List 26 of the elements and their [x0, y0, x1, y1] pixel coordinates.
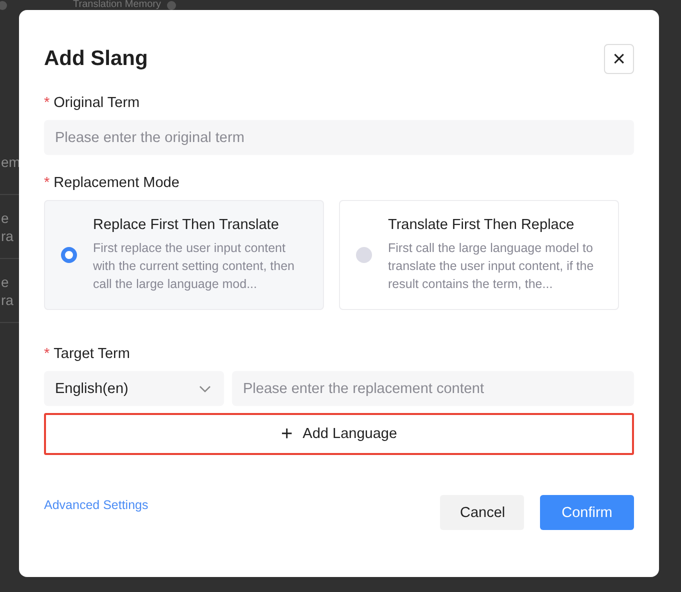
- dialog-title: Add Slang: [44, 47, 148, 71]
- close-button[interactable]: ×: [604, 44, 634, 74]
- option-card[interactable]: Replace First Then Translate First replace the user input content with the current setting content, then call the large language mod...: [44, 200, 324, 310]
- table-cell-text: e: [1, 272, 10, 290]
- input-field[interactable]: Please enter the replacement content: [232, 371, 634, 406]
- chevron-down-icon: [199, 384, 211, 392]
- option-card[interactable]: Translate First Then Replace First call the large language model to translate the user input content, if the result contains the term, the...: [339, 200, 619, 310]
- table-cell-text: e: [1, 208, 10, 226]
- cancel-button[interactable]: Cancel: [440, 495, 524, 530]
- field-label: * Original Term: [44, 95, 141, 111]
- option-title: Replace First Then Translate: [93, 217, 280, 233]
- field-label: * Replacement Mode: [44, 175, 180, 191]
- input-field[interactable]: Please enter the original term: [44, 120, 634, 155]
- add-language-button[interactable]: + Add Language: [44, 413, 634, 455]
- radio-button[interactable]: [356, 247, 372, 263]
- option-description: First replace the user input content with the current setting content, then call the large language mod...: [93, 240, 296, 293]
- table-cell-text: ra: [1, 290, 14, 308]
- info-icon: [167, 0, 176, 10]
- table-cell-text: ra: [1, 226, 14, 244]
- page-title: Translation Memory: [73, 0, 161, 10]
- language-select[interactable]: English(en): [44, 371, 224, 406]
- field-label: * Target Term: [44, 346, 131, 362]
- option-description: First call the large language model to translate the user input content, if the result contains the term, the...: [388, 240, 595, 293]
- radio-button[interactable]: [61, 247, 77, 263]
- option-title: Translate First Then Replace: [388, 217, 576, 233]
- info-icon: [0, 0, 7, 10]
